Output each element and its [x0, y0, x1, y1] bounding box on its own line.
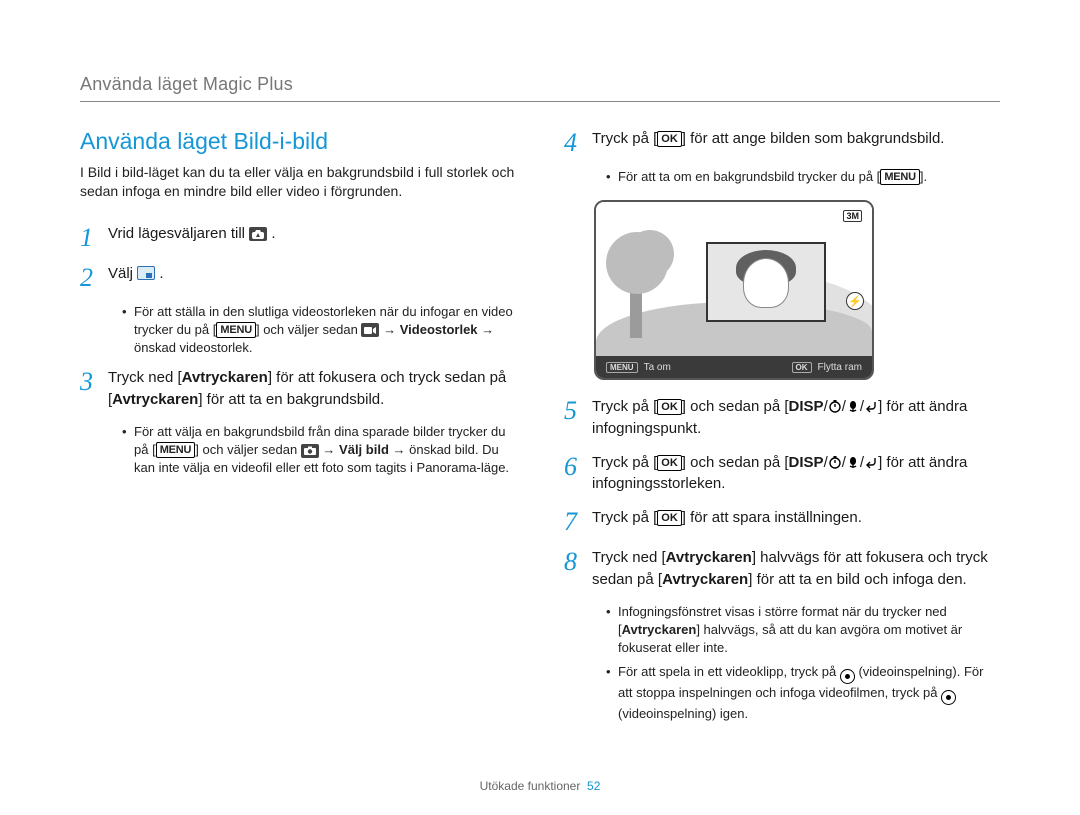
step-text: Välj: [108, 265, 137, 282]
step-6: 6 Tryck på [OK] och sedan på [DISP///] f…: [564, 452, 1000, 496]
step-text: Tryck på [: [592, 454, 657, 471]
shutter-label: Avtryckaren: [666, 549, 752, 566]
note-text: För att ta om en bakgrundsbild trycker d…: [618, 169, 880, 184]
note-text: ] och väljer sedan: [256, 322, 362, 337]
page-number: 52: [587, 779, 600, 793]
note-text: →: [322, 442, 339, 457]
ok-button-label: OK: [657, 399, 682, 415]
footer-right-label: Flytta ram: [818, 362, 862, 373]
flash-badge: ⚡: [846, 292, 864, 310]
step-number: 1: [80, 223, 108, 251]
disp-label: DISP: [789, 398, 824, 415]
section-title: Använda läget Bild-i-bild: [80, 128, 516, 155]
shutter-label: Avtryckaren: [112, 391, 198, 408]
macro-icon: [846, 399, 860, 413]
footer-left-label: Ta om: [644, 362, 671, 373]
step-text: .: [159, 265, 163, 282]
step-text: ] och sedan på [: [682, 398, 789, 415]
shutter-label: Avtryckaren: [622, 622, 697, 637]
intro-text: I Bild i bild-läget kan du ta eller välj…: [80, 163, 516, 201]
step-number: 7: [564, 507, 592, 535]
resolution-badge: 3M: [843, 210, 862, 222]
step-number: 8: [564, 547, 592, 575]
shutter-label: Avtryckaren: [182, 369, 268, 386]
shutter-label: Avtryckaren: [662, 571, 748, 588]
note-text: →: [383, 322, 400, 337]
pip-mode-icon: [137, 266, 155, 280]
step-text: Vrid lägesväljaren till: [108, 225, 249, 242]
step-text: ] för att ange bilden som bakgrundsbild.: [682, 130, 945, 147]
ok-button-label: OK: [657, 510, 682, 526]
step-number: 6: [564, 452, 592, 480]
menu-button-label: MENU: [156, 442, 196, 458]
macro-icon: [846, 455, 860, 469]
step-text: Tryck ned [: [108, 369, 182, 386]
disp-label: DISP: [789, 454, 824, 471]
note-text: (videoinspelning) igen.: [618, 706, 748, 721]
record-icon: [840, 669, 855, 684]
breadcrumb: Använda läget Magic Plus: [80, 74, 1000, 102]
page-footer: Utökade funktioner 52: [0, 779, 1080, 793]
camera-icon: [301, 444, 319, 458]
footer-menu-tag: MENU: [606, 362, 638, 373]
step-3-notes: För att välja en bakgrundsbild från dina…: [80, 423, 516, 478]
step-8-notes: Infogningsfönstret visas i större format…: [564, 603, 1000, 724]
step-5: 5 Tryck på [OK] och sedan på [DISP///] f…: [564, 396, 1000, 440]
note-text: För att spela in ett videoklipp, tryck p…: [618, 664, 840, 679]
timer-icon: [828, 455, 842, 469]
step-text: ] för att ta en bakgrundsbild.: [198, 391, 384, 408]
step-text: .: [271, 225, 275, 242]
step-8: 8 Tryck ned [Avtryckaren] halvvägs för a…: [564, 547, 1000, 591]
step-4: 4 Tryck på [OK] för att ange bilden som …: [564, 128, 1000, 156]
right-column: 4 Tryck på [OK] för att ange bilden som …: [564, 128, 1000, 733]
return-icon: [864, 399, 878, 413]
step-2-notes: För att ställa in den slutliga videostor…: [80, 303, 516, 358]
footer-section-label: Utökade funktioner: [480, 779, 581, 793]
step-7: 7 Tryck på [OK] för att spara inställnin…: [564, 507, 1000, 535]
camera-preview-illustration: 3M ⚡ MENU Ta om OK Flytta ram: [594, 200, 874, 380]
note-bold: Välj bild: [339, 442, 389, 457]
step-3: 3 Tryck ned [Avtryckaren] för att fokuse…: [80, 367, 516, 411]
return-icon: [864, 455, 878, 469]
note-bold: Videostorlek: [400, 322, 478, 337]
menu-button-label: MENU: [880, 169, 920, 185]
step-text: Tryck på [: [592, 398, 657, 415]
step-text: Tryck ned [: [592, 549, 666, 566]
note-text: ] och väljer sedan: [195, 442, 301, 457]
ok-button-label: OK: [657, 455, 682, 471]
step-1: 1 Vrid lägesväljaren till .: [80, 223, 516, 251]
note-text: ].: [920, 169, 927, 184]
video-icon: [361, 323, 379, 337]
step-text: Tryck på [: [592, 130, 657, 147]
step-4-notes: För att ta om en bakgrundsbild trycker d…: [564, 168, 1000, 186]
step-number: 3: [80, 367, 108, 395]
menu-button-label: MENU: [216, 322, 256, 338]
mode-dial-icon: [249, 227, 267, 241]
step-text: ] för att ta en bild och infoga den.: [748, 571, 966, 588]
ok-button-label: OK: [657, 131, 682, 147]
inset-frame: [706, 242, 826, 322]
step-text: ] för att spara inställningen.: [682, 509, 862, 526]
timer-icon: [828, 399, 842, 413]
record-icon: [941, 690, 956, 705]
step-number: 2: [80, 263, 108, 291]
left-column: Använda läget Bild-i-bild I Bild i bild-…: [80, 128, 516, 733]
step-2: 2 Välj .: [80, 263, 516, 291]
step-number: 5: [564, 396, 592, 424]
step-number: 4: [564, 128, 592, 156]
step-text: Tryck på [: [592, 509, 657, 526]
footer-ok-tag: OK: [792, 362, 812, 373]
step-text: ] och sedan på [: [682, 454, 789, 471]
